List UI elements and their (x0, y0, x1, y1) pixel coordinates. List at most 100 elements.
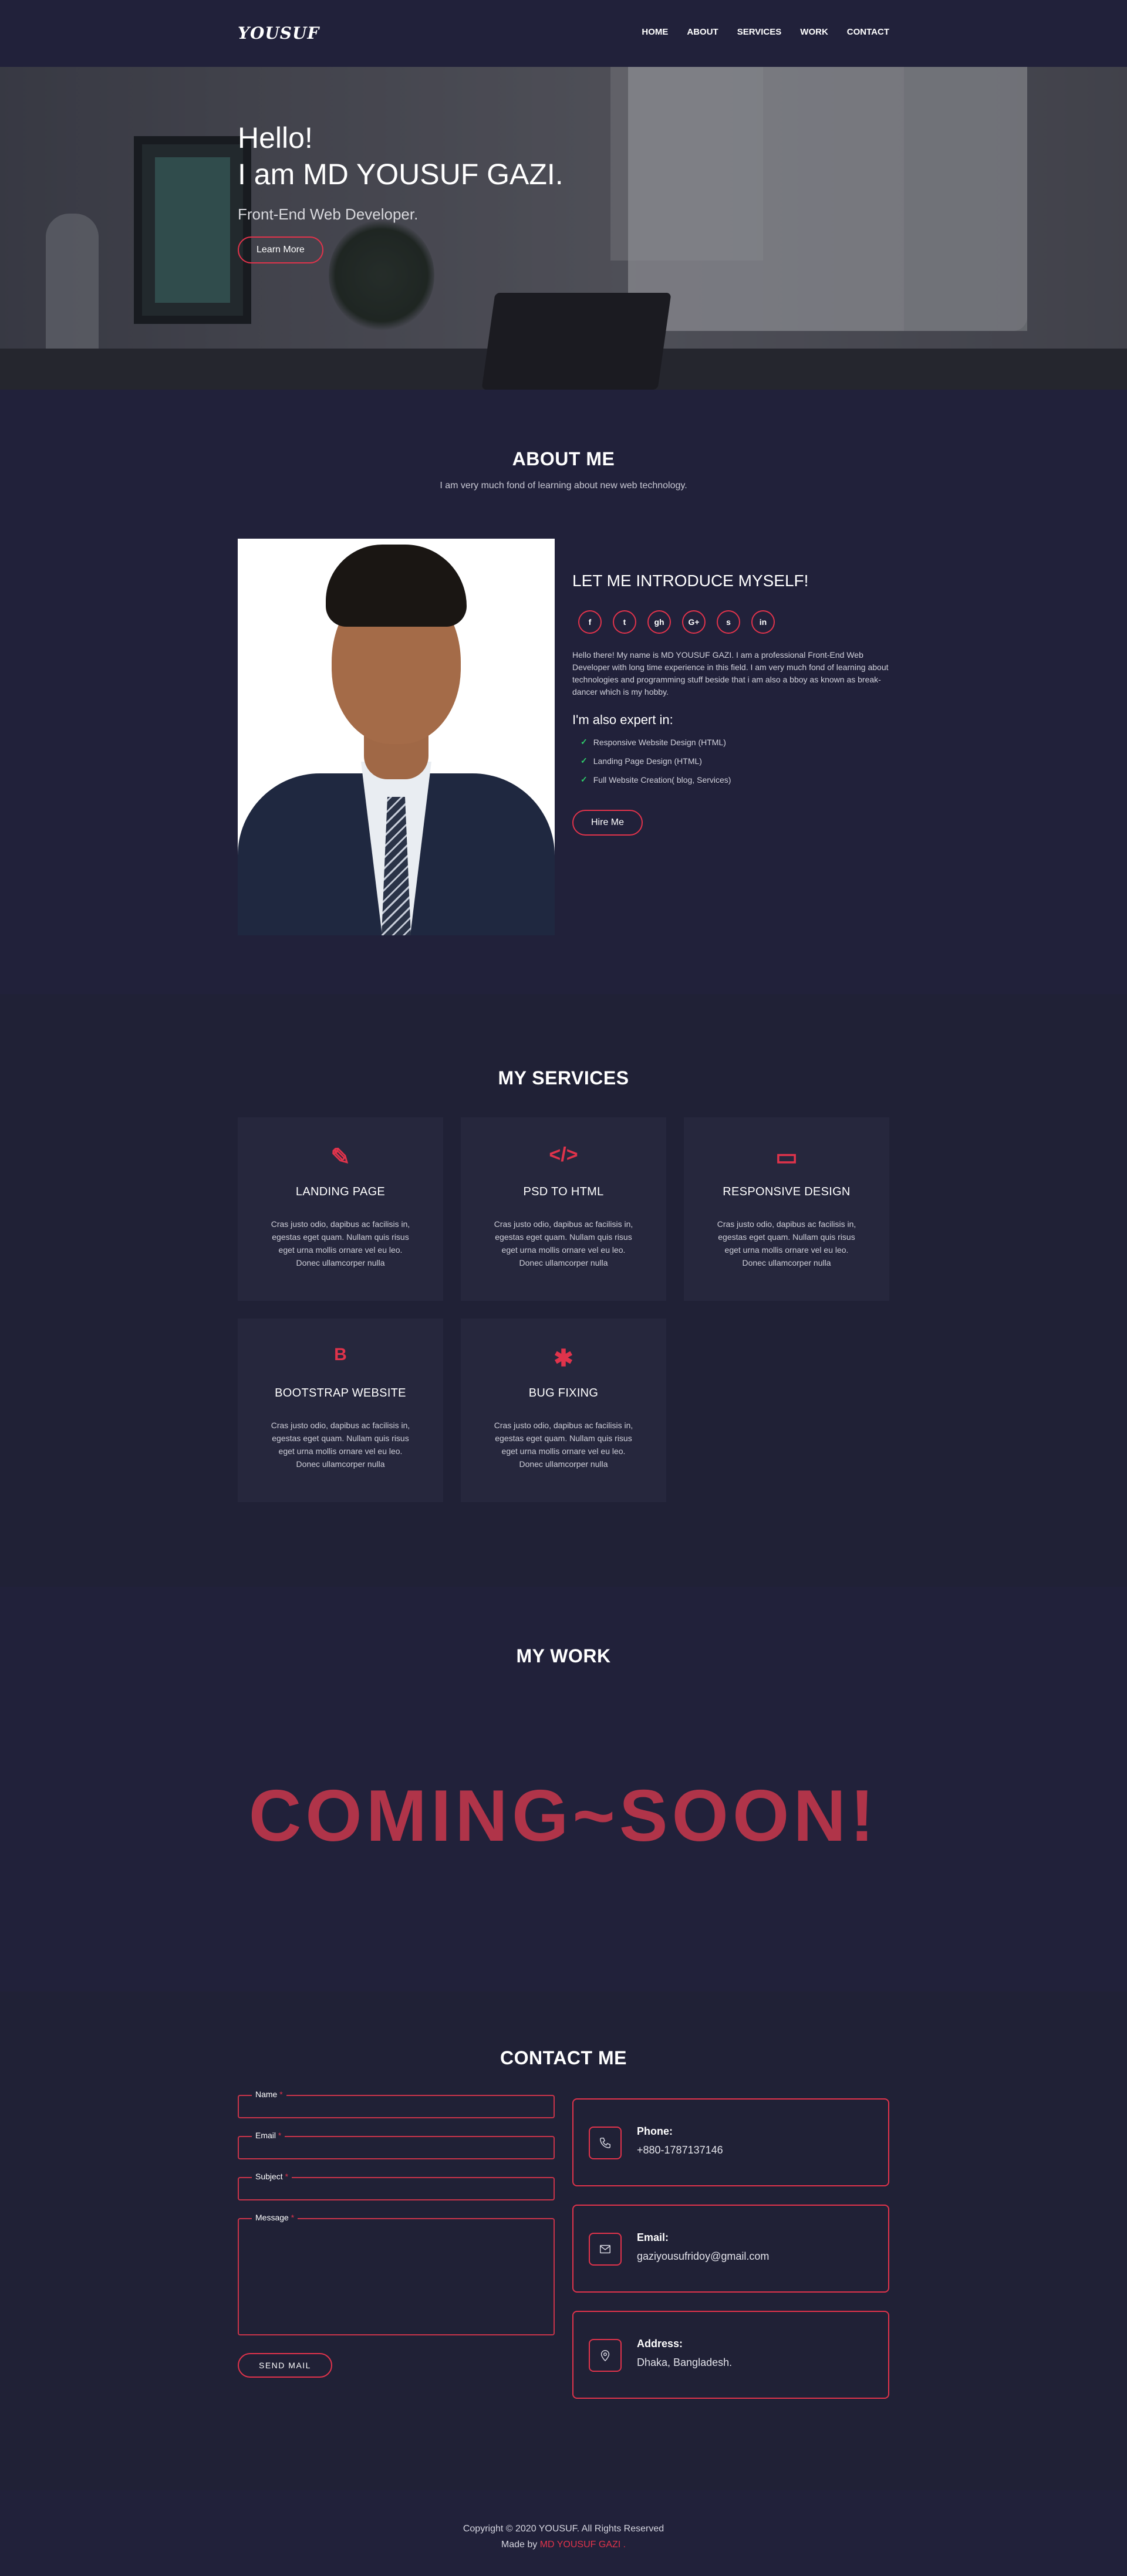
logo[interactable]: YOUSUF (238, 23, 319, 43)
hero-text: Hello! I am MD YOUSUF GAZI. Front-End We… (238, 120, 564, 263)
service-card-landing-page: ✎ LANDING PAGE Cras justo odio, dapibus … (238, 1117, 443, 1301)
email-value: gaziyousufridoy@gmail.com (637, 2250, 770, 2262)
email-label-text: Email (255, 2131, 276, 2140)
desktop-icon: ▭ (775, 1144, 798, 1170)
about-text: LET ME INTRODUCE MYSELF! f t gh G+ s in … (572, 554, 889, 836)
skill-label: Full Website Creation( blog, Services) (593, 775, 731, 785)
nav-work[interactable]: WORK (800, 27, 828, 37)
social-links: f t gh G+ s in (578, 610, 889, 634)
skill-label: Landing Page Design (HTML) (593, 756, 702, 766)
copyright-text: Copyright © 2020 YOUSUF. All Rights Rese… (463, 2524, 664, 2534)
phone-value: +880-1787137146 (637, 2144, 723, 2156)
message-field[interactable]: Message * (238, 2213, 555, 2335)
subject-field[interactable]: Subject * (238, 2172, 555, 2200)
service-card-responsive-design: ▭ RESPONSIVE DESIGN Cras justo odio, dap… (684, 1117, 889, 1301)
facebook-icon[interactable]: f (578, 610, 602, 634)
service-text: Cras justo odio, dapibus ac facilisis in… (717, 1219, 856, 1267)
service-text: Cras justo odio, dapibus ac facilisis in… (271, 1421, 410, 1469)
name-field[interactable]: Name * (238, 2090, 555, 2118)
phone-card: Phone: +880-1787137146 (572, 2098, 889, 2186)
coming-soon-text: COMING~SOON! (248, 1776, 879, 1857)
about-section: ABOUT ME I am very much fond of learning… (0, 390, 1127, 994)
phone-label: Phone: (637, 2125, 673, 2137)
nav-services[interactable]: SERVICES (737, 27, 782, 37)
linkedin-icon[interactable]: in (751, 610, 775, 634)
contact-form: Name * Email * Subject * Message * SEND … (238, 2090, 555, 2378)
code-icon: </> (549, 1144, 578, 1166)
contact-section: CONTACT ME Name * Email * Subject * Mess… (0, 1992, 1127, 2490)
site-header: YOUSUF HOME ABOUT SERVICES WORK CONTACT (0, 0, 1127, 67)
service-card-bug-fixing: ✱ BUG FIXING Cras justo odio, dapibus ac… (461, 1319, 666, 1502)
twitter-icon[interactable]: t (613, 610, 636, 634)
photo-hair (326, 545, 467, 627)
address-value: Dhaka, Bangladesh. (637, 2357, 733, 2368)
learn-more-button[interactable]: Learn More (238, 236, 323, 263)
hero-line-name: I am MD YOUSUF GAZI. (238, 158, 564, 191)
google-plus-icon[interactable]: G+ (682, 610, 706, 634)
service-title: BUG FIXING (528, 1387, 599, 1399)
nav-about[interactable]: ABOUT (687, 27, 718, 37)
check-icon: ✓ (581, 737, 588, 746)
expert-title: I'm also expert in: (572, 712, 673, 727)
pencil-ruler-icon: ✎ (330, 1144, 350, 1170)
service-text: Cras justo odio, dapibus ac facilisis in… (494, 1421, 633, 1469)
map-pin-icon (589, 2339, 622, 2372)
about-paragraph: Hello there! My name is MD YOUSUF GAZI. … (572, 650, 889, 697)
hero-overlay (0, 67, 1127, 390)
skill-label: Responsive Website Design (HTML) (593, 737, 726, 747)
address-label: Address: (637, 2338, 683, 2349)
hero-section: Hello! I am MD YOUSUF GAZI. Front-End We… (0, 67, 1127, 390)
send-mail-button[interactable]: SEND MAIL (238, 2353, 332, 2378)
bug-icon: ✱ (554, 1346, 573, 1371)
check-icon: ✓ (581, 775, 588, 784)
hero-subtitle: Front-End Web Developer. (238, 205, 419, 223)
name-label-text: Name (255, 2090, 278, 2099)
email-label: Email * (252, 2131, 285, 2140)
profile-photo (238, 539, 555, 935)
made-by-line: Made by MD YOUSUF GAZI . (0, 2537, 1127, 2553)
phone-icon (589, 2127, 622, 2159)
address-card: Address: Dhaka, Bangladesh. (572, 2311, 889, 2399)
work-title: MY WORK (516, 1645, 611, 1666)
email-card: Email: gaziyousufridoy@gmail.com (572, 2205, 889, 2293)
author-period: . (623, 2540, 626, 2550)
nav-contact[interactable]: CONTACT (847, 27, 889, 37)
contact-title: CONTACT ME (500, 2047, 627, 2068)
service-text: Cras justo odio, dapibus ac facilisis in… (494, 1219, 633, 1267)
name-label: Name * (252, 2090, 286, 2099)
service-text: Cras justo odio, dapibus ac facilisis in… (271, 1219, 410, 1267)
about-title: ABOUT ME (512, 448, 615, 469)
about-subtitle: I am very much fond of learning about ne… (440, 481, 687, 491)
check-icon: ✓ (581, 756, 588, 765)
list-item: ✓ Full Website Creation( blog, Services) (581, 775, 889, 785)
list-item: ✓ Landing Page Design (HTML) (581, 756, 889, 766)
services-section: MY SERVICES ✎ LANDING PAGE Cras justo od… (0, 994, 1127, 1587)
made-by-text: Made by (501, 2540, 538, 2550)
hero-line-hello: Hello! (238, 121, 313, 154)
work-section: MY WORK COMING~SOON! (0, 1587, 1127, 1992)
required-mark: * (279, 2090, 283, 2099)
intro-title: LET ME INTRODUCE MYSELF! (572, 572, 809, 590)
nav-home[interactable]: HOME (642, 27, 668, 37)
skills-list: ✓ Responsive Website Design (HTML) ✓ Landi… (581, 737, 889, 785)
stack-overflow-icon[interactable]: s (717, 610, 740, 634)
subject-label: Subject * (252, 2172, 292, 2181)
required-mark: * (278, 2131, 282, 2140)
service-title: PSD TO HTML (523, 1185, 604, 1198)
author-link[interactable]: MD YOUSUF GAZI (540, 2540, 621, 2550)
services-title: MY SERVICES (498, 1067, 629, 1088)
message-label-text: Message (255, 2213, 289, 2222)
hire-me-button[interactable]: Hire Me (572, 810, 643, 836)
github-icon[interactable]: gh (647, 610, 671, 634)
email-label: Email: (637, 2232, 669, 2243)
required-mark: * (285, 2172, 289, 2181)
contact-info: Phone: +880-1787137146 Email: gaziyousuf… (572, 2098, 889, 2417)
subject-label-text: Subject (255, 2172, 283, 2181)
service-title: BOOTSTRAP WEBSITE (275, 1387, 406, 1399)
main-nav: HOME ABOUT SERVICES WORK CONTACT (642, 27, 889, 37)
required-mark: * (291, 2213, 295, 2222)
envelope-icon (589, 2233, 622, 2266)
hero-greeting: Hello! I am MD YOUSUF GAZI. (238, 120, 564, 192)
service-card-bootstrap-website: B BOOTSTRAP WEBSITE Cras justo odio, dap… (238, 1319, 443, 1502)
email-field[interactable]: Email * (238, 2131, 555, 2159)
